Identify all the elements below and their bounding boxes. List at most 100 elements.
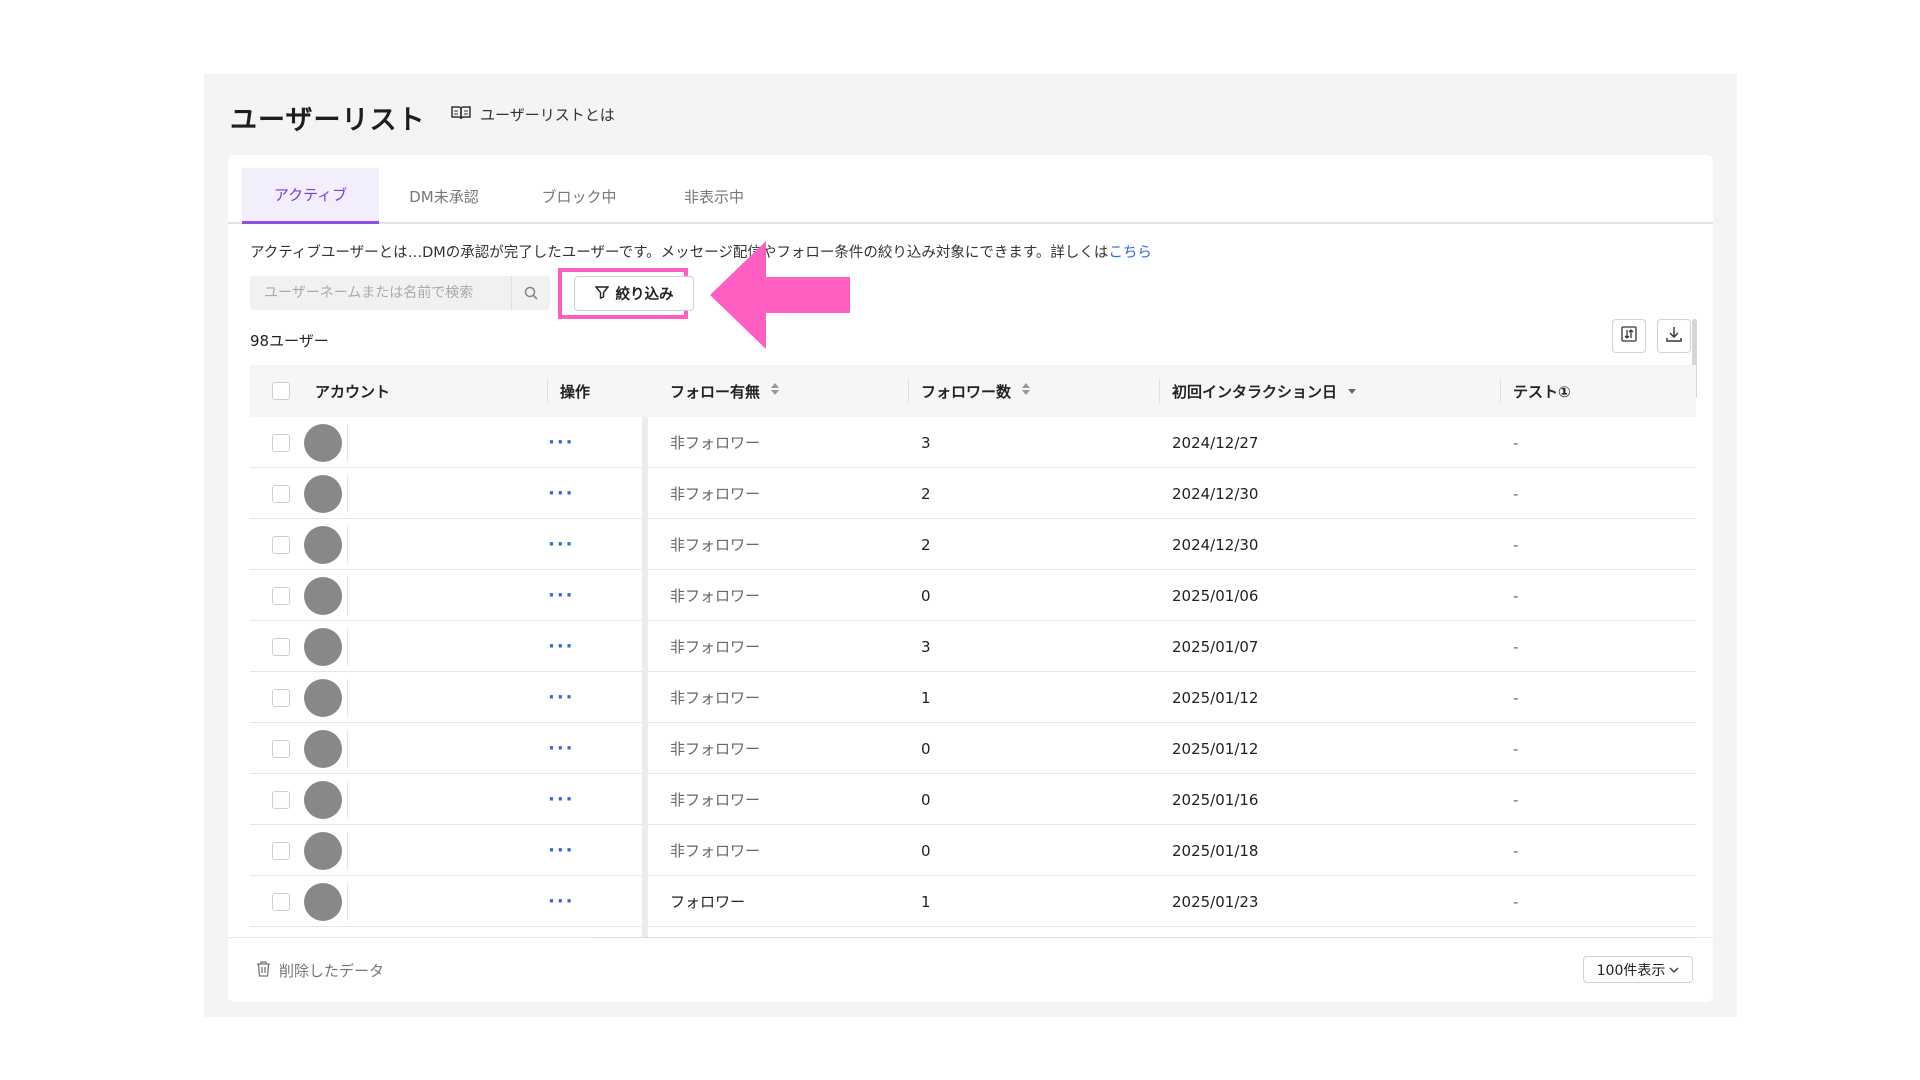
avatar[interactable]: [304, 729, 342, 768]
first-interaction-cell: 2024/12/30: [1172, 535, 1259, 554]
row-checkbox[interactable]: [272, 892, 290, 911]
select-all-checkbox[interactable]: [272, 382, 290, 400]
more-options-icon[interactable]: ···: [548, 687, 575, 708]
row-checkbox[interactable]: [272, 739, 290, 758]
sort-icon[interactable]: [770, 382, 780, 400]
table-row[interactable]: ··· 非フォロワー 2 2024/12/30 -: [250, 519, 1696, 570]
details-link[interactable]: こちら: [1108, 245, 1152, 261]
header-first-interaction-label: 初回インタラクション日: [1172, 382, 1338, 401]
avatar[interactable]: [304, 882, 342, 921]
more-options-icon[interactable]: ···: [548, 636, 575, 657]
per-page-select[interactable]: 100件表示: [1583, 956, 1693, 983]
account-cell[interactable]: [304, 468, 348, 519]
deleted-data-link[interactable]: 削除したデータ: [256, 960, 384, 981]
avatar[interactable]: [304, 780, 342, 819]
followers-cell: 2: [921, 535, 931, 554]
sort-desc-icon[interactable]: [1347, 382, 1357, 400]
avatar[interactable]: [304, 678, 342, 717]
description-body: アクティブユーザーとは…DMの承認が完了したユーザーです。メッセージ配信やフォロ…: [250, 245, 1109, 261]
column-settings-icon: [1620, 325, 1638, 347]
row-checkbox[interactable]: [272, 688, 290, 707]
row-checkbox[interactable]: [272, 433, 290, 452]
row-checkbox[interactable]: [272, 841, 290, 860]
more-options-icon[interactable]: ···: [548, 789, 575, 810]
table-row[interactable]: ··· 非フォロワー 2 2024/12/30 -: [250, 468, 1696, 519]
account-cell[interactable]: [304, 417, 348, 468]
account-cell[interactable]: [304, 672, 348, 723]
table-row[interactable]: ··· 非フォロワー 0 2025/01/12 -: [250, 723, 1696, 774]
column-separator: [1500, 379, 1501, 403]
avatar[interactable]: [304, 831, 342, 870]
sort-icon[interactable]: [1021, 382, 1031, 400]
row-checkbox[interactable]: [272, 790, 290, 809]
table-row[interactable]: ··· 非フォロワー 3 2025/01/07 -: [250, 621, 1696, 672]
account-cell[interactable]: [304, 723, 348, 774]
account-cell[interactable]: [304, 519, 348, 570]
row-checkbox-cell: [272, 570, 290, 621]
avatar[interactable]: [304, 474, 342, 513]
table-row[interactable]: ··· 非フォロワー 0 2025/01/18 -: [250, 825, 1696, 876]
tab-active[interactable]: アクティブ: [242, 168, 379, 224]
avatar[interactable]: [304, 627, 342, 666]
user-table: アカウント 操作 フォロー有無 フォロワー数 初回インタラクション日 テスト① …: [250, 365, 1696, 937]
more-options-icon[interactable]: ···: [548, 840, 575, 861]
search-input[interactable]: [250, 276, 512, 310]
horizontal-scrollbar[interactable]: [594, 937, 1694, 938]
book-icon: [451, 105, 471, 125]
avatar[interactable]: [304, 576, 342, 615]
account-name-placeholder: [347, 423, 348, 462]
more-options-icon[interactable]: ···: [548, 585, 575, 606]
deleted-data-label: 削除したデータ: [279, 962, 385, 980]
operation-cell: ···: [548, 723, 575, 774]
test-cell: -: [1513, 433, 1519, 452]
more-options-icon[interactable]: ···: [548, 534, 575, 555]
row-checkbox[interactable]: [272, 484, 290, 503]
table-row[interactable]: ··· 非フォロワー 3 2024/12/27 -: [250, 417, 1696, 468]
account-cell[interactable]: [304, 825, 348, 876]
table-row[interactable]: ··· 非フォロワー 0 2025/01/06 -: [250, 570, 1696, 621]
account-cell[interactable]: [304, 570, 348, 621]
table-row[interactable]: ··· 非フォロワー 1 2025/01/12 -: [250, 672, 1696, 723]
header-first-interaction[interactable]: 初回インタラクション日: [1159, 365, 1357, 417]
tab-dm-unapproved[interactable]: DM未承認: [379, 168, 509, 224]
more-options-icon[interactable]: ···: [548, 483, 575, 504]
first-interaction-cell: 2025/01/23: [1172, 892, 1259, 911]
user-count: 98ユーザー: [250, 332, 329, 350]
header-operation: 操作: [547, 365, 590, 417]
help-link-label: ユーザーリストとは: [480, 106, 615, 124]
trash-icon: [256, 960, 271, 981]
tab-blocked[interactable]: ブロック中: [509, 168, 649, 224]
first-interaction-cell: 2025/01/12: [1172, 739, 1259, 758]
tab-hidden[interactable]: 非表示中: [649, 168, 779, 224]
row-checkbox[interactable]: [272, 535, 290, 554]
header-followers[interactable]: フォロワー数: [908, 365, 1031, 417]
row-checkbox[interactable]: [272, 637, 290, 656]
test-cell: -: [1513, 892, 1519, 911]
table-row[interactable]: ··· 非フォロワー 0 2025/01/16 -: [250, 774, 1696, 825]
row-checkbox[interactable]: [272, 586, 290, 605]
account-cell[interactable]: [304, 774, 348, 825]
column-separator: [908, 379, 909, 403]
account-cell[interactable]: [304, 876, 348, 927]
more-options-icon[interactable]: ···: [548, 432, 575, 453]
header-account-label: アカウント: [315, 382, 391, 401]
search-icon[interactable]: [512, 276, 550, 310]
row-checkbox-cell: [272, 825, 290, 876]
more-options-icon[interactable]: ···: [548, 891, 575, 912]
table-row[interactable]: ··· フォロワー 1 2025/01/23 -: [250, 876, 1696, 927]
header-select-all: [272, 365, 290, 417]
column-settings-button[interactable]: [1612, 319, 1646, 353]
followers-cell: 0: [921, 790, 931, 809]
help-link[interactable]: ユーザーリストとは: [451, 104, 615, 125]
first-interaction-cell: 2025/01/07: [1172, 637, 1259, 656]
pointer-arrow-icon: [710, 241, 850, 349]
header-follow-status[interactable]: フォロー有無: [670, 365, 780, 417]
follow-status-cell: 非フォロワー: [670, 587, 761, 605]
avatar[interactable]: [304, 423, 342, 462]
filter-button[interactable]: 絞り込み: [574, 276, 694, 311]
more-options-icon[interactable]: ···: [548, 738, 575, 759]
header-account: アカウント: [315, 365, 390, 417]
download-button[interactable]: [1657, 319, 1691, 353]
account-cell[interactable]: [304, 621, 348, 672]
avatar[interactable]: [304, 525, 342, 564]
